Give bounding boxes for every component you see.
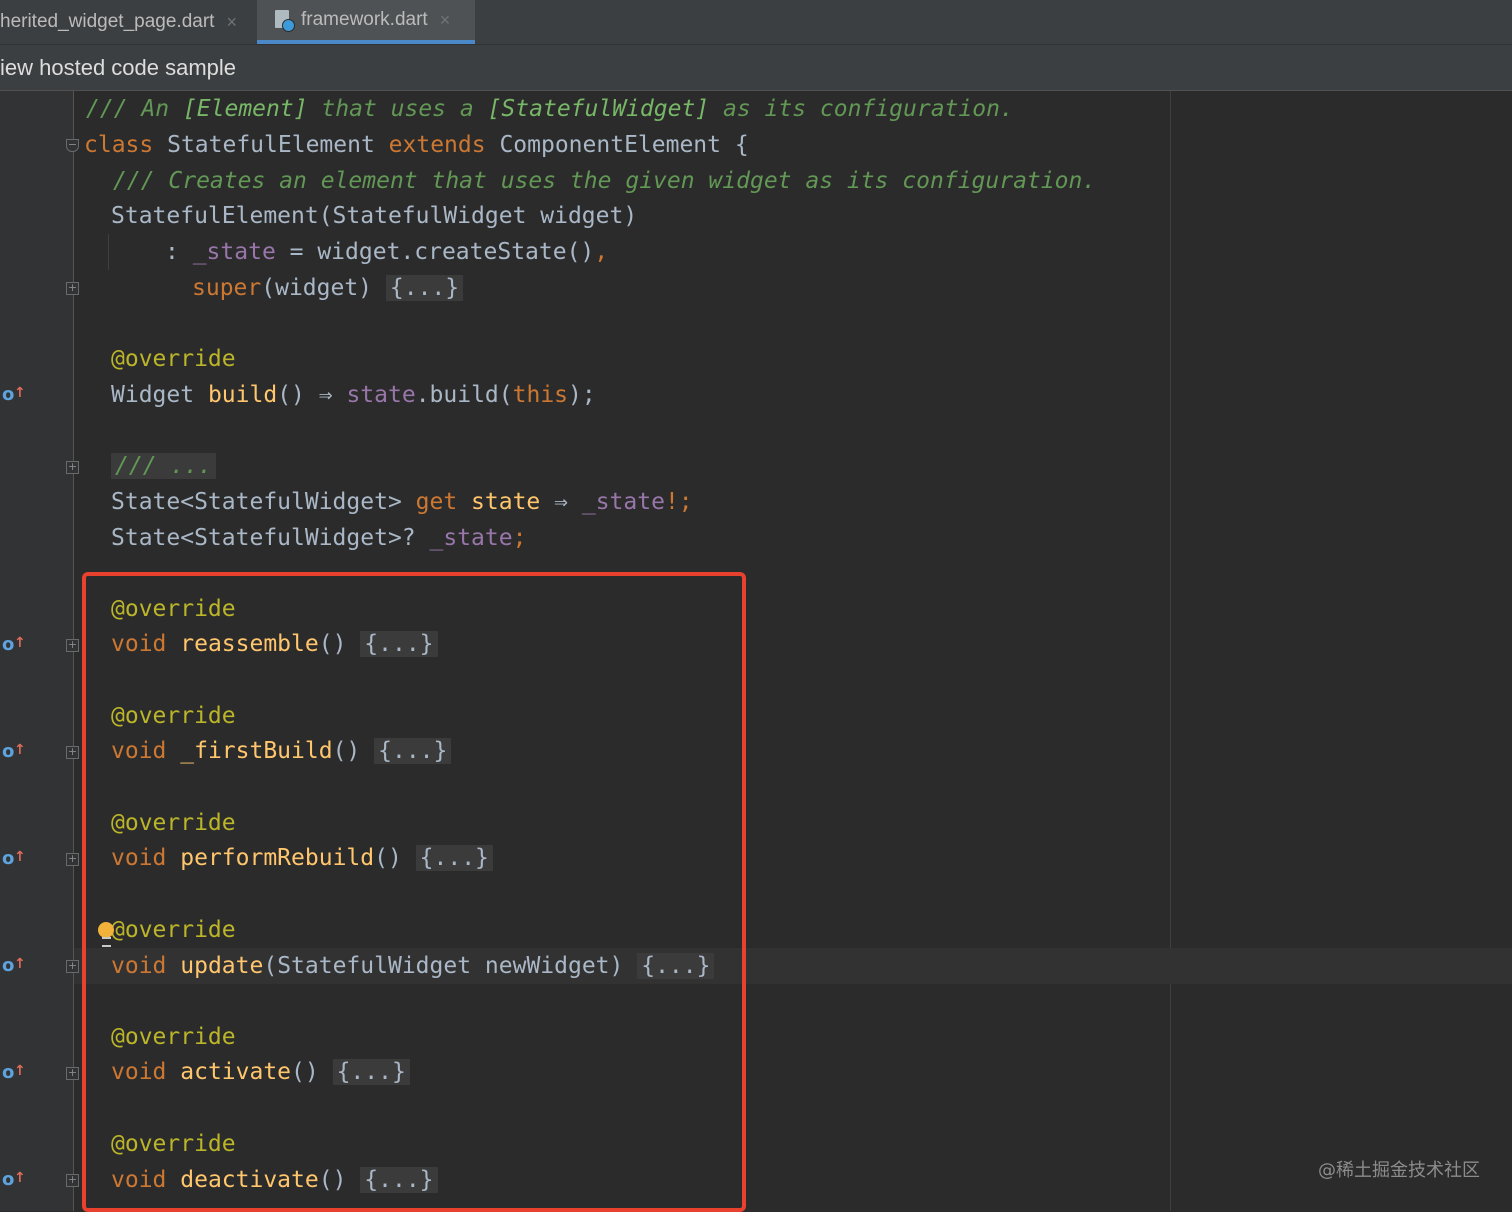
tab-label: herited_widget_page.dart [0,11,215,32]
code-token: /// Creates an element that uses the giv… [113,168,1097,194]
code-line-annotation[interactable]: @override [111,341,236,377]
code-token: ComponentElement { [485,132,749,158]
fold-expand-icon[interactable]: + [66,746,79,759]
fold-collapse-icon[interactable]: − [66,139,79,152]
fold-expand-icon[interactable]: + [66,853,79,866]
overrides-method-icon[interactable]: o ↑ [2,1169,26,1191]
code-token: StatefulElement(StatefulWidget widget) [111,203,638,229]
code-line-4[interactable]: StatefulElement(StatefulWidget widget) [111,198,637,234]
code-token: state [471,489,541,515]
code-line-6[interactable]: super(widget) {...} [192,270,464,306]
right-margin-guide [1170,91,1171,1211]
code-token: , [594,239,609,265]
code-token: build [207,382,278,408]
code-token: .build( [415,382,513,408]
highlight-annotation-box [82,572,746,1212]
fold-expand-icon[interactable]: + [66,1067,79,1080]
code-token: State<StatefulWidget> [111,489,416,515]
close-icon[interactable]: × [440,10,451,31]
close-icon[interactable]: × [226,12,237,33]
dart-file-icon [275,10,295,32]
code-token: [StatefulWidget] [487,96,710,122]
overrides-method-icon[interactable]: o ↑ [2,848,26,870]
overrides-method-icon[interactable]: o ↑ [2,384,26,406]
fold-expand-icon[interactable]: + [66,282,79,295]
overrides-method-icon[interactable]: o ↑ [2,955,26,977]
hosted-code-sample-banner[interactable]: iew hosted code sample [0,45,1512,91]
fold-expand-icon[interactable]: + [66,639,79,652]
code-token: this [512,382,569,408]
overrides-method-icon[interactable]: o ↑ [2,741,26,763]
editor-tab-bar: herited_widget_page.dart × framework.dar… [0,0,1512,45]
overrides-method-icon[interactable]: o ↑ [2,1062,26,1084]
code-line-build[interactable]: Widget build() ⇒ state.build(this); [111,377,596,413]
code-token: extends [388,132,486,158]
code-token: StatefulElement [153,132,389,158]
code-token: () ⇒ [277,382,347,408]
code-token: super [192,275,262,301]
code-line-1[interactable]: /// An [Element] that uses a [StatefulWi… [86,91,1014,127]
code-line-state-field[interactable]: State<StatefulWidget>? _state; [111,520,526,556]
banner-text: iew hosted code sample [0,54,237,80]
code-token: = widget.createState() [275,239,595,265]
code-line-doc-fold[interactable]: /// ... [111,448,216,484]
indent-guide [108,234,109,270]
code-token: @override [111,346,236,372]
code-line-2[interactable]: class StatefulElement extends ComponentE… [84,127,749,163]
code-token: class [84,132,154,158]
code-token: (widget) [261,275,386,301]
code-token: state [346,382,416,408]
code-token: as its configuration. [709,96,1014,122]
code-line-3[interactable]: /// Creates an element that uses the giv… [113,163,1096,199]
code-token: [Element] [182,96,308,122]
code-token: _state [581,489,665,515]
code-token: : [165,239,193,265]
code-token: Widget [111,382,208,408]
tab-framework-dart[interactable]: framework.dart × [257,0,475,44]
watermark: @稀土掘金技术社区 [1318,1160,1480,1181]
code-token: get [415,489,458,515]
code-token: ; [512,525,527,551]
code-token: ⇒ [540,489,582,515]
overrides-method-icon[interactable]: o ↑ [2,634,26,656]
tab-label: framework.dart [301,9,428,30]
tab-inherited-widget-page[interactable]: herited_widget_page.dart × [0,0,237,44]
fold-expand-icon[interactable]: + [66,1174,79,1187]
code-token: that uses a [307,96,488,122]
code-token: !; [664,489,693,515]
fold-expand-icon[interactable]: + [66,461,79,474]
folded-doc-comment[interactable]: /// ... [111,453,216,479]
code-token: _state [429,525,513,551]
code-token: _state [192,239,276,265]
code-line-5[interactable]: : _state = widget.createState(), [165,234,608,270]
fold-expand-icon[interactable]: + [66,960,79,973]
code-line-state-getter[interactable]: State<StatefulWidget> get state ⇒ _state… [111,484,693,520]
code-token: ); [568,382,596,408]
code-token: State<StatefulWidget>? [111,525,430,551]
code-token: /// An [86,96,183,122]
folded-block[interactable]: {...} [385,275,464,301]
